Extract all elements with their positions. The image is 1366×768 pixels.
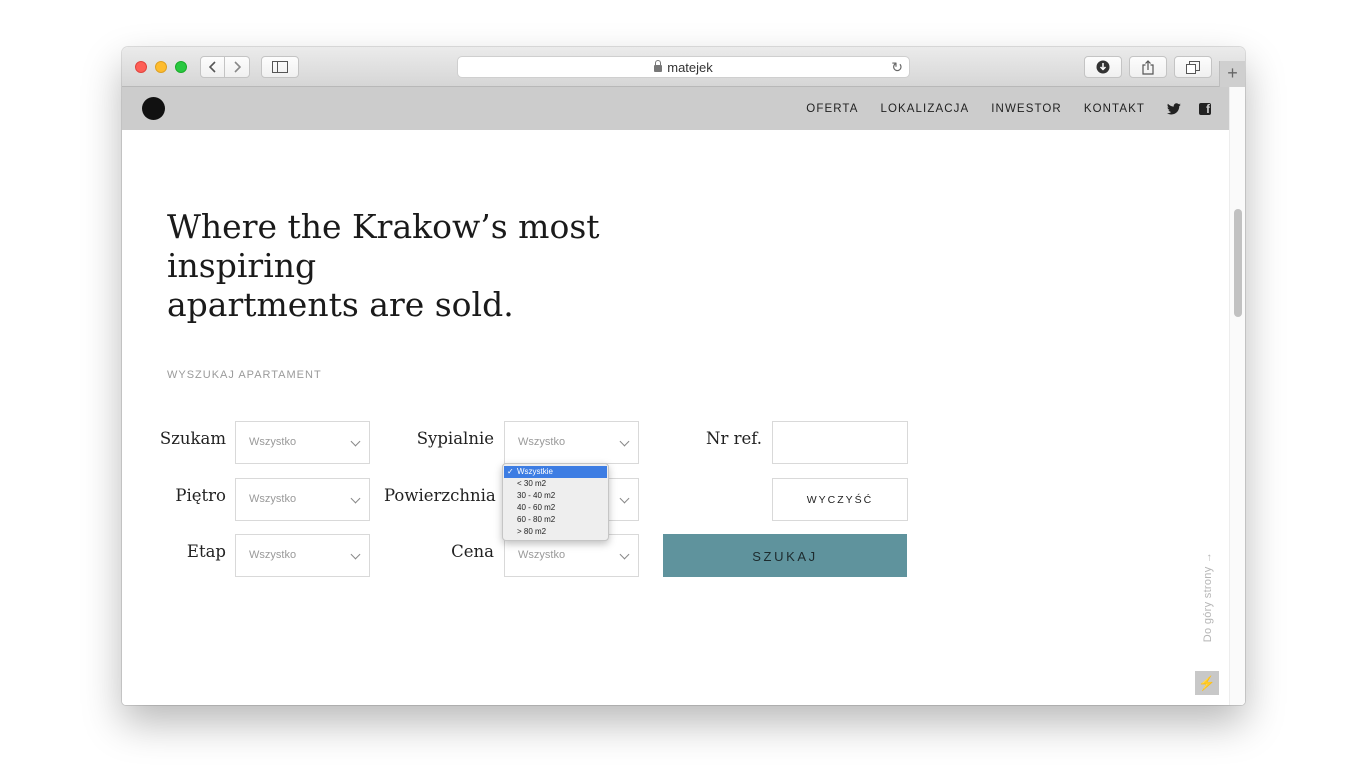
tabs-icon — [1186, 60, 1200, 74]
lock-icon — [654, 59, 663, 72]
close-window-button[interactable] — [135, 61, 147, 73]
dropdown-option[interactable]: 40 - 60 m2 — [503, 502, 608, 514]
nav-item-lokalizacja[interactable]: LOKALIZACJA — [880, 103, 969, 115]
powierzchnia-dropdown-menu: ✓ Wszystkie < 30 m2 30 - 40 m2 40 - 60 m2… — [502, 463, 609, 541]
twitter-icon[interactable] — [1167, 102, 1181, 116]
sidebar-toggle-button[interactable] — [261, 56, 299, 78]
page-viewport: OFERTA LOKALIZACJA INWESTOR KONTAKT f Wh… — [122, 87, 1245, 705]
dropdown-option[interactable]: > 80 m2 — [503, 526, 608, 538]
pietro-select-value: Wszystko — [249, 493, 297, 505]
etap-select-value: Wszystko — [249, 549, 297, 561]
page-scrollbar[interactable] — [1229, 87, 1245, 705]
hero-title-line-1: Where the Krakow’s most inspiring — [167, 207, 600, 285]
minimize-window-button[interactable] — [155, 61, 167, 73]
address-bar[interactable]: matejek ↻ — [457, 56, 910, 78]
chevron-down-icon — [619, 549, 630, 560]
site-logo[interactable] — [142, 97, 165, 120]
nav-item-kontakt[interactable]: KONTAKT — [1084, 103, 1145, 115]
chevron-left-icon — [208, 61, 216, 73]
chevron-down-icon — [350, 436, 361, 447]
chevron-down-icon — [619, 436, 630, 447]
back-button[interactable] — [200, 56, 225, 78]
dropdown-option[interactable]: 30 - 40 m2 — [503, 490, 608, 502]
hero-title-line-2: apartments are sold. — [167, 285, 514, 324]
etap-select[interactable]: Wszystko — [235, 534, 370, 577]
sidebar-icon — [272, 61, 288, 73]
chevron-down-icon — [619, 493, 630, 504]
address-text: matejek — [667, 59, 713, 75]
browser-toolbar: matejek ↻ + — [122, 47, 1245, 87]
main-nav: OFERTA LOKALIZACJA INWESTOR KONTAKT f — [806, 87, 1229, 130]
szukam-select[interactable]: Wszystko — [235, 421, 370, 464]
sypialnie-select-value: Wszystko — [518, 436, 566, 448]
search-section-label: WYSZUKAJ APARTAMENT — [167, 369, 322, 381]
checkmark-icon: ✓ — [507, 467, 514, 476]
reload-icon[interactable]: ↻ — [891, 59, 903, 76]
lightning-icon[interactable]: ⚡ — [1195, 671, 1219, 695]
nav-item-inwestor[interactable]: INWESTOR — [991, 103, 1062, 115]
nav-item-oferta[interactable]: OFERTA — [806, 103, 858, 115]
new-tab-button[interactable]: + — [1219, 61, 1245, 87]
tab-overview-button[interactable] — [1174, 56, 1212, 78]
powierzchnia-label: Powierzchnia — [384, 486, 496, 505]
forward-button[interactable] — [225, 56, 250, 78]
zoom-window-button[interactable] — [175, 61, 187, 73]
downloads-button[interactable] — [1084, 56, 1122, 78]
dropdown-option[interactable]: 60 - 80 m2 — [503, 514, 608, 526]
search-button[interactable]: SZUKAJ — [663, 534, 907, 577]
pietro-label: Piętro — [175, 486, 226, 505]
chevron-down-icon — [350, 549, 361, 560]
szukam-select-value: Wszystko — [249, 436, 297, 448]
cena-label: Cena — [451, 542, 494, 561]
clear-button[interactable]: WYCZYŚĆ — [772, 478, 908, 521]
browser-window: matejek ↻ + OFERTA LOKALIZACJA INWESTOR … — [122, 47, 1245, 705]
chevron-right-icon — [234, 61, 241, 73]
scrollbar-thumb[interactable] — [1234, 209, 1242, 317]
sypialnie-select[interactable]: Wszystko — [504, 421, 639, 464]
scroll-to-top-link[interactable]: Do góry strony → — [1198, 547, 1218, 657]
site-header: OFERTA LOKALIZACJA INWESTOR KONTAKT f — [122, 87, 1229, 130]
scroll-to-top-label: Do góry strony → — [1202, 551, 1214, 643]
nr-ref-input[interactable] — [772, 421, 908, 464]
dropdown-option[interactable]: ✓ Wszystkie — [504, 466, 607, 478]
szukam-label: Szukam — [159, 429, 226, 448]
sypialnie-label: Sypialnie — [416, 429, 494, 448]
download-icon — [1096, 60, 1110, 74]
share-icon — [1142, 59, 1154, 75]
pietro-select[interactable]: Wszystko — [235, 478, 370, 521]
share-button[interactable] — [1129, 56, 1167, 78]
cena-select-value: Wszystko — [518, 549, 566, 561]
dropdown-option[interactable]: < 30 m2 — [503, 478, 608, 490]
chevron-down-icon — [350, 493, 361, 504]
etap-label: Etap — [186, 542, 226, 561]
hero-title: Where the Krakow’s most inspiring apartm… — [167, 207, 727, 324]
facebook-icon[interactable]: f — [1198, 102, 1212, 116]
nr-ref-label: Nr ref. — [706, 429, 762, 448]
